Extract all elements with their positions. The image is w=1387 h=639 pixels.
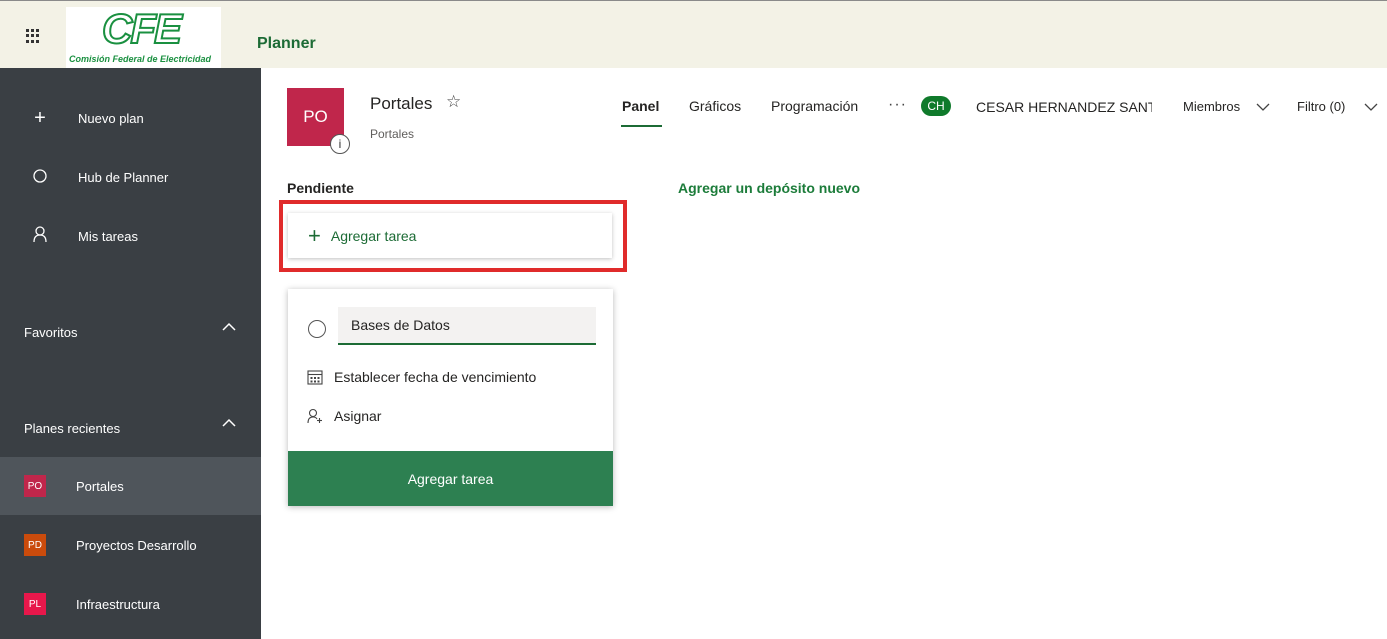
logo-text: CFE [101,4,183,53]
complete-task-radio[interactable] [308,320,326,338]
sidebar: + Nuevo plan Hub de Planner Mis tareas F… [0,68,261,639]
tab-panel[interactable]: Panel [622,98,659,114]
chevron-up-icon[interactable] [222,416,236,430]
tab-programacion[interactable]: Programación [771,98,858,114]
sidebar-item-proyectos-desarrollo[interactable]: PD Proyectos Desarrollo [0,516,261,574]
plan-badge: PD [24,534,46,556]
plan-badge: PL [24,593,46,615]
task-name-input[interactable] [338,307,596,345]
info-icon[interactable]: i [330,134,350,154]
company-logo[interactable]: CFE Comisión Federal de Electricidad [66,4,221,69]
app-title[interactable]: Planner [257,35,316,53]
more-options-icon[interactable]: ··· [888,96,907,114]
sidebar-item-label: Mis tareas [78,228,138,244]
sidebar-item-label: Portales [76,478,124,494]
members-button[interactable]: Miembros [1183,99,1240,114]
assign-person-icon [306,408,324,424]
sidebar-item-label: Hub de Planner [78,169,169,185]
due-date-option[interactable]: Establecer fecha de vencimiento [306,369,536,385]
plus-icon: + [34,106,46,129]
chevron-down-icon[interactable] [1364,102,1378,112]
sidebar-item-label: Infraestructura [76,596,160,612]
submit-add-task-button[interactable]: Agregar tarea [288,451,613,506]
add-bucket-link[interactable]: Agregar un depósito nuevo [678,180,860,196]
avatar[interactable]: CH [921,96,951,116]
chevron-up-icon[interactable] [222,320,236,334]
bucket-title[interactable]: Pendiente [287,180,354,196]
favorites-header[interactable]: Favoritos [24,325,77,340]
sidebar-item-infraestructura[interactable]: PL Infraestructura [0,575,261,633]
assign-label: Asignar [334,408,382,424]
user-name[interactable]: CESAR HERNANDEZ SANTIAGO [976,99,1152,115]
sidebar-item-new-plan[interactable]: + Nuevo plan [0,98,261,138]
person-icon [30,225,50,248]
sidebar-item-portales[interactable]: PO Portales [0,457,261,515]
top-bar: CFE Comisión Federal de Electricidad Pla… [0,0,1387,69]
circle-icon [30,166,50,189]
active-tab-indicator [621,125,662,127]
sidebar-item-my-tasks[interactable]: Mis tareas [0,216,261,256]
plan-title[interactable]: Portales [370,94,432,114]
new-task-card: Establecer fecha de vencimiento Asignar … [288,289,613,506]
app-launcher-icon[interactable] [26,29,40,43]
sidebar-item-label: Nuevo plan [78,110,144,126]
due-date-label: Establecer fecha de vencimiento [334,369,537,385]
star-icon[interactable]: ☆ [446,92,461,112]
sidebar-item-planner-hub[interactable]: Hub de Planner [0,157,261,197]
logo-subtitle: Comisión Federal de Electricidad [69,54,212,64]
plan-subtitle: Portales [370,127,415,141]
filter-button[interactable]: Filtro (0) [1297,99,1345,114]
sidebar-item-label: Proyectos Desarrollo [76,537,197,553]
calendar-icon [306,369,324,385]
tab-graficos[interactable]: Gráficos [689,98,741,114]
highlight-box [279,200,627,272]
plan-badge: PO [24,475,46,497]
chevron-down-icon[interactable] [1256,102,1270,112]
recent-plans-header[interactable]: Planes recientes [24,421,120,436]
assign-option[interactable]: Asignar [306,408,381,424]
